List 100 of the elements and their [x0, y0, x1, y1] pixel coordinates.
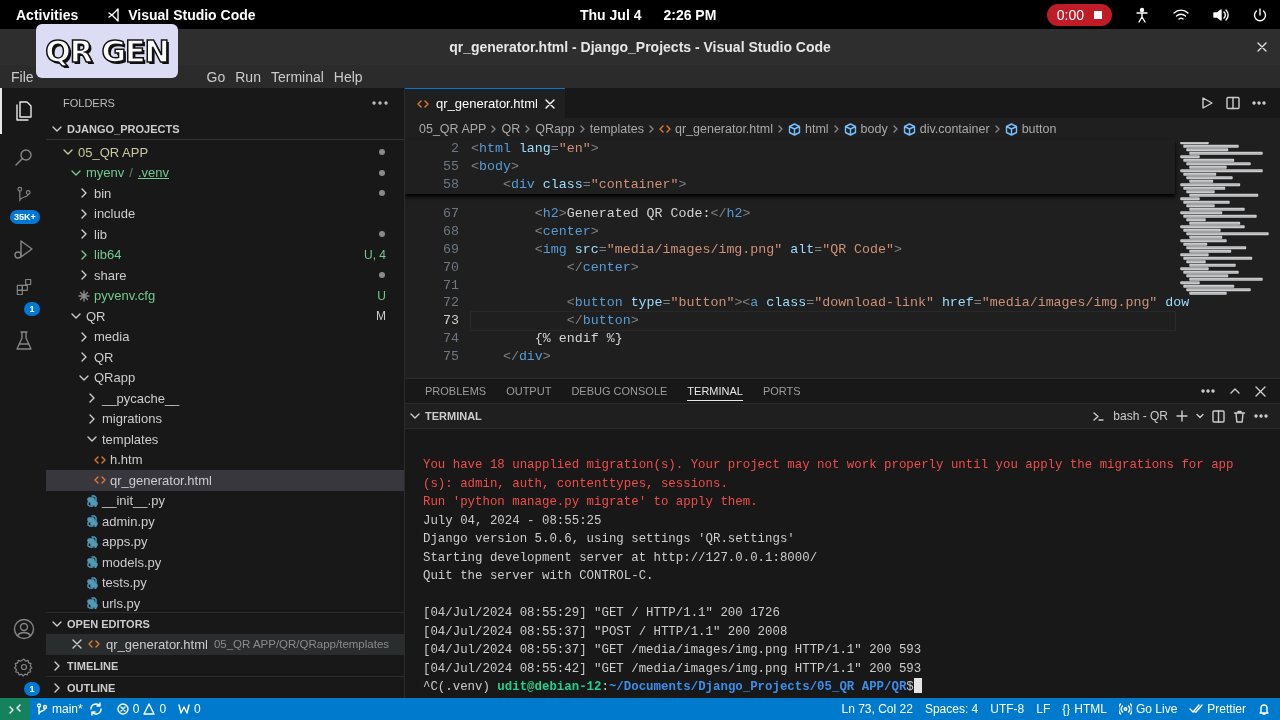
settings-icon[interactable] [14, 657, 34, 677]
more-icon[interactable] [1201, 389, 1215, 393]
sync-icon[interactable] [88, 702, 103, 716]
ports-status[interactable]: 0 [172, 698, 207, 720]
tree-item[interactable]: h.htm [46, 449, 404, 470]
line-number: 55 [442, 157, 460, 176]
volume-icon[interactable] [1212, 6, 1230, 23]
app-name[interactable]: Visual Studio Code [128, 6, 256, 23]
open-editor-item[interactable]: qr_generator.html [106, 636, 208, 652]
language-status[interactable]: HTML [1074, 702, 1107, 716]
more-icon[interactable] [1254, 414, 1268, 418]
tree-item[interactable]: media [46, 326, 404, 347]
panel-tab[interactable]: DEBUG CONSOLE [571, 381, 668, 401]
menu-item[interactable]: Help [328, 68, 368, 85]
tree-item[interactable]: lib64 U, 4 [46, 244, 404, 265]
terminal-line: (s): admin, auth, contenttypes, sessions. [423, 476, 728, 491]
tree-item[interactable]: admin.py [46, 511, 404, 532]
double-check-icon [1189, 703, 1204, 715]
account-icon[interactable] [12, 617, 36, 641]
section-header[interactable]: TIMELINE [67, 659, 119, 672]
extensions-icon[interactable] [14, 277, 34, 297]
git-status-label: M [376, 309, 386, 324]
menu-item[interactable]: Terminal [265, 68, 329, 85]
panel-tab[interactable]: PORTS [762, 381, 801, 401]
language-icon[interactable]: {} [1062, 702, 1071, 716]
tree-item[interactable]: share [46, 265, 404, 286]
more-icon[interactable] [1252, 101, 1266, 105]
menu-item[interactable]: Go [201, 68, 231, 85]
text-cursor [913, 678, 922, 693]
indentation-status[interactable]: Spaces: 4 [918, 698, 985, 720]
python-file-icon [86, 515, 98, 528]
tree-item[interactable]: __init__.py [46, 490, 404, 511]
tree-item[interactable]: templates [46, 429, 404, 450]
breadcrumb-item[interactable]: QR [501, 122, 521, 136]
tree-item[interactable]: include [46, 203, 404, 224]
tree-item[interactable]: models.py [46, 552, 404, 573]
terminal-line: Quit the server with CONTROL-C. [423, 569, 654, 583]
close-icon[interactable] [1255, 385, 1266, 397]
breadcrumb-item[interactable]: QRapp [535, 122, 575, 136]
plus-icon[interactable] [1176, 410, 1188, 422]
git-status-label: U, 4 [364, 247, 386, 262]
line-ending-status[interactable]: LF [1030, 698, 1057, 720]
section-header[interactable]: OUTLINE [67, 681, 116, 694]
section-header[interactable]: OPEN EDITORS [67, 617, 150, 630]
line-number: 69 [442, 241, 460, 259]
live-server-button[interactable]: Go Live [1112, 698, 1184, 720]
date-text[interactable]: Thu Jul 4 [580, 6, 642, 23]
terminal-line: [04/Jul/2024 08:55:37] "POST / HTTP/1.1" 200 2008 [423, 624, 788, 639]
split-editor-icon[interactable] [1226, 96, 1240, 110]
accessibility-icon[interactable] [1134, 6, 1150, 23]
tree-item[interactable]: QR M [46, 306, 404, 327]
tree-item[interactable]: bin [46, 183, 404, 204]
breadcrumb-item[interactable]: templates [589, 122, 644, 136]
panel-tab[interactable]: OUTPUT [506, 381, 552, 401]
terminal-name[interactable]: bash - QR [1113, 409, 1168, 423]
chevron-icon[interactable] [1196, 412, 1204, 420]
menu-item[interactable]: File [6, 68, 39, 85]
activities-button[interactable]: Activities [16, 6, 79, 23]
breadcrumb-item[interactable]: 05_QR APP [419, 122, 487, 136]
section-header[interactable]: DJANGO_PROJECTS [67, 122, 180, 135]
problems-status[interactable]: 0 0 [110, 698, 173, 720]
breadcrumb-item[interactable]: qr_generator.html [658, 122, 773, 136]
split-terminal-icon[interactable] [1212, 409, 1225, 423]
section-header[interactable]: TERMINAL [425, 410, 482, 422]
tree-item[interactable]: qr_generator.html [46, 470, 404, 491]
tree-item[interactable]: QRapp [46, 367, 404, 388]
cursor-position[interactable]: Ln 73, Col 22 [835, 698, 919, 720]
panel-tab[interactable]: PROBLEMS [425, 381, 487, 401]
bell-icon[interactable] [1258, 703, 1270, 715]
editor-tab[interactable]: qr_generator.html [405, 88, 565, 118]
breadcrumb-item[interactable]: div.container [902, 122, 990, 136]
error-icon [116, 703, 129, 715]
more-icon[interactable] [372, 101, 388, 105]
remote-icon[interactable] [9, 703, 21, 715]
formatter-status[interactable]: Prettier [1183, 698, 1252, 720]
breadcrumb-item[interactable]: body [843, 122, 888, 136]
tree-item[interactable]: lib [46, 224, 404, 245]
time-text[interactable]: 2:26 PM [663, 6, 717, 23]
tree-item[interactable]: urls.py [46, 593, 404, 612]
tree-item[interactable]: tests.py [46, 572, 404, 593]
breadcrumb-item[interactable]: button [1004, 122, 1057, 136]
tree-item[interactable]: migrations [46, 408, 404, 429]
terminal-line: [04/Jul/2024 08:55:37] "GET /media/images/img.png HTTP/1.1" 200 593 [423, 643, 922, 657]
encoding-status[interactable]: UTF-8 [984, 698, 1031, 720]
breadcrumb-item[interactable]: html [787, 122, 829, 136]
close-icon[interactable] [1257, 42, 1267, 52]
tree-item[interactable]: QR [46, 347, 404, 368]
menu-item[interactable]: Run [230, 68, 266, 85]
branch-status[interactable]: main* [30, 698, 89, 720]
recording-indicator[interactable]: 0:00 [1046, 3, 1112, 26]
close-icon[interactable] [72, 639, 82, 649]
tree-item[interactable]: pyvenv.cfg U [46, 285, 404, 306]
power-icon[interactable] [1252, 6, 1268, 23]
tree-item[interactable]: apps.py [46, 531, 404, 552]
tree-item[interactable]: 05_QR APP [46, 142, 404, 163]
panel-tab[interactable]: TERMINAL [687, 381, 743, 401]
tree-item[interactable]: __pycache__ [46, 388, 404, 409]
run-icon[interactable] [1200, 96, 1214, 110]
trash-icon[interactable] [1233, 409, 1246, 423]
tree-item[interactable]: myenv / .venv [46, 162, 404, 183]
